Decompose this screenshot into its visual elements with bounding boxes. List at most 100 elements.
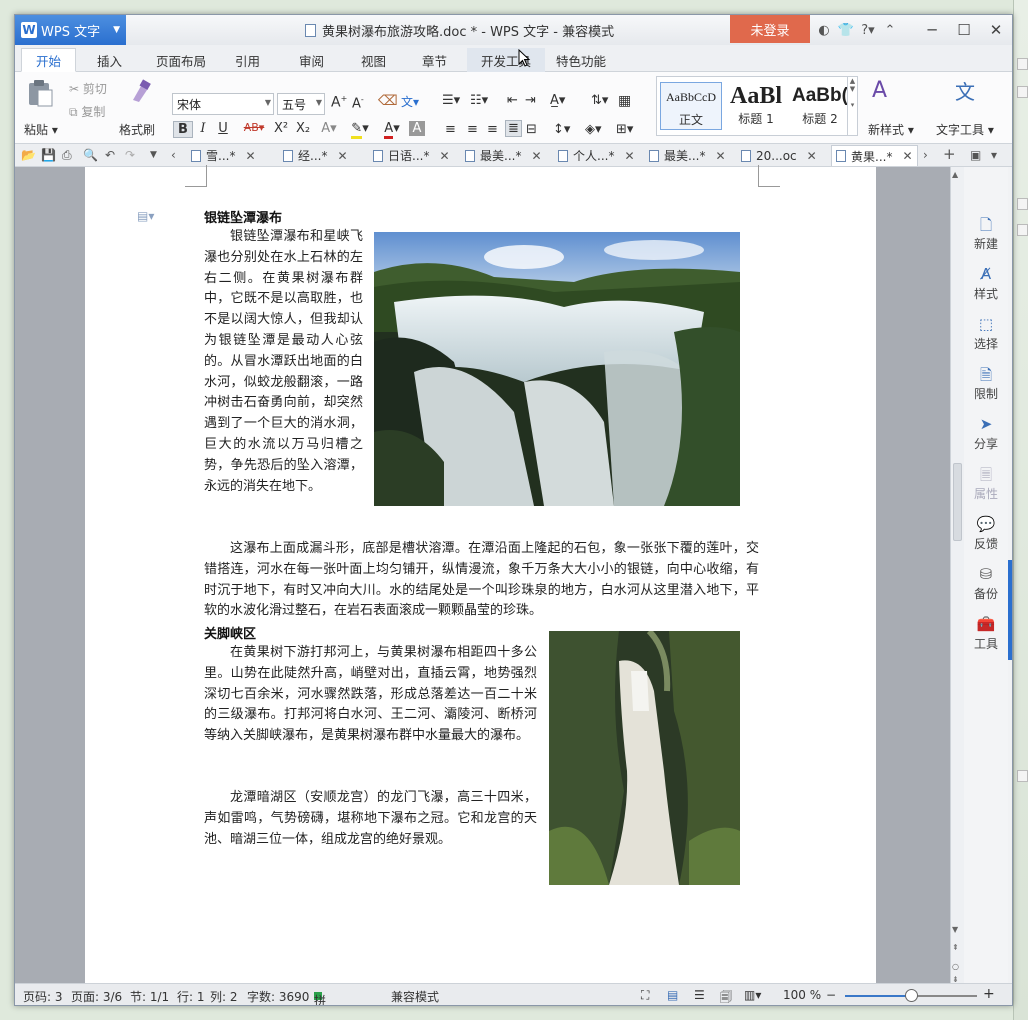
skin-icon[interactable]: ◐ [813, 23, 835, 38]
new-style-icon[interactable]: A [872, 78, 887, 103]
font-color-button[interactable]: A▾ [379, 121, 405, 139]
paste-button[interactable] [25, 78, 55, 111]
scroll-up-icon[interactable]: ▲ [952, 170, 958, 179]
document-canvas[interactable]: ▤▾ 银链坠潭瀑布 银链坠潭瀑布和星峡飞瀑也分别处在水上石林的左右二侧。在黄果树… [15, 165, 950, 983]
browse-object-icon[interactable]: ○ [952, 962, 959, 971]
side-feedback-button[interactable]: 💬 反馈 [964, 515, 1008, 552]
close-tab-icon[interactable]: ✕ [531, 149, 541, 163]
side-share-button[interactable]: ➤ 分享 [964, 415, 1008, 452]
superscript-button[interactable]: X² [271, 121, 291, 136]
decrease-indent-icon[interactable]: ⇤ [507, 93, 518, 108]
font-name-select[interactable]: 宋体 ▼ [172, 93, 274, 115]
side-tools-button[interactable]: 🧰 工具 [964, 615, 1008, 652]
font-size-select[interactable]: 五号 ▼ [277, 93, 325, 115]
print-preview-icon[interactable]: 🔍 [83, 148, 98, 162]
border-icon[interactable]: ⊞▾ [616, 122, 633, 137]
align-right-icon[interactable]: ≡ [487, 122, 498, 137]
side-backup-button[interactable]: ⛁ 备份 [964, 565, 1008, 602]
doc-tab[interactable]: 雪...* ✕ [191, 145, 256, 166]
style-heading-2[interactable]: AaBb( 标题 2 [789, 82, 851, 130]
outline-view-icon[interactable]: ☰ [694, 988, 705, 1002]
paste-label[interactable]: 粘贴 ▾ [24, 121, 58, 138]
close-icon[interactable]: ✕ [980, 15, 1012, 45]
zoom-in-icon[interactable]: + [983, 986, 995, 1002]
bold-button[interactable]: B [173, 121, 193, 138]
format-painter-icon[interactable] [127, 78, 153, 107]
collapse-ribbon-icon[interactable]: ⌃ [879, 23, 901, 38]
style-normal[interactable]: AaBbCcD 正文 [660, 82, 722, 130]
maximize-icon[interactable]: ☐ [948, 15, 980, 45]
align-left-icon[interactable]: ≡ [445, 122, 456, 137]
doc-tab[interactable]: 最美...* ✕ [649, 145, 726, 166]
align-center-icon[interactable]: ≡ [467, 122, 478, 137]
reading-view-icon[interactable]: ▥▾ [744, 988, 761, 1002]
close-tab-icon[interactable]: ✕ [807, 149, 817, 163]
zoom-slider-handle[interactable] [905, 989, 918, 1002]
close-tab-icon[interactable]: ✕ [624, 149, 634, 163]
customize-toolbar-icon[interactable]: ▼ [150, 150, 157, 160]
prev-page-icon[interactable]: ⇞ [952, 943, 959, 952]
doc-tab[interactable]: 20...oc ✕ [741, 145, 817, 166]
save-icon[interactable]: 💾 [41, 148, 56, 162]
undo-icon[interactable]: ↶ [105, 148, 115, 162]
vertical-scrollbar[interactable]: ▲ ▼ ⇞ ○ ⇟ [950, 167, 964, 984]
tab-page-layout[interactable]: 页面布局 [142, 48, 220, 72]
doc-tab[interactable]: 个人...* ✕ [558, 145, 635, 166]
open-folder-icon[interactable]: 📂 [21, 148, 36, 162]
waterfall-photo[interactable] [374, 232, 740, 506]
help-icon[interactable]: ?▾ [857, 23, 879, 38]
doc-tab-active[interactable]: 黄果...* ✕ [831, 145, 918, 166]
tabs-right-icon[interactable]: › [923, 148, 928, 162]
bullet-list-icon[interactable]: ☰▾ [442, 93, 460, 108]
phonetic-guide-icon[interactable]: 文▾ [401, 93, 419, 110]
login-button[interactable]: 未登录 [730, 15, 810, 43]
underline-button[interactable]: U [213, 121, 233, 136]
side-restrict-button[interactable]: 🗎 限制 [964, 365, 1008, 402]
side-style-button[interactable]: A̸ 样式 [964, 265, 1008, 302]
shrink-font-icon[interactable]: A- [352, 95, 364, 111]
status-pages[interactable]: 页面: 3/6 [71, 988, 122, 1005]
clear-format-icon[interactable]: ⌫ [378, 93, 398, 109]
tabs-left-icon[interactable]: ‹ [171, 148, 176, 162]
redo-icon[interactable]: ↷ [125, 148, 135, 162]
italic-button[interactable]: I [193, 121, 213, 136]
style-gallery-scroll[interactable]: ▲ ▼ ▾ [847, 77, 857, 135]
numbered-list-icon[interactable]: ☷▾ [470, 93, 488, 108]
text-tools-button[interactable]: 文字工具 ▾ [936, 121, 994, 138]
doc-tab[interactable]: 经...* ✕ [283, 145, 348, 166]
text-direction-icon[interactable]: A̲▾ [550, 93, 565, 108]
increase-indent-icon[interactable]: ⇥ [525, 93, 536, 108]
fill-color-icon[interactable]: ◈▾ [585, 122, 602, 137]
text-tools-icon[interactable]: 文 [955, 76, 975, 105]
copy-button[interactable]: ⧉ 复制 [69, 103, 105, 120]
char-shading-button[interactable]: A [409, 121, 425, 136]
tab-insert[interactable]: 插入 [83, 48, 136, 72]
scroll-thumb[interactable] [953, 463, 962, 541]
document-page[interactable]: ▤▾ 银链坠潭瀑布 银链坠潭瀑布和星峡飞瀑也分别处在水上石林的左右二侧。在黄果树… [85, 165, 876, 983]
close-tab-icon[interactable]: ✕ [902, 149, 912, 163]
status-word-count[interactable]: 字数: 3690 [247, 988, 309, 1005]
tab-developer[interactable]: 开发工具 [467, 48, 546, 72]
format-painter-button[interactable]: 格式刷 [119, 121, 155, 138]
minimize-icon[interactable]: ─ [916, 15, 948, 45]
new-tab-icon[interactable]: + [943, 145, 956, 163]
web-view-icon[interactable]: 🗐 [720, 988, 732, 1005]
sort-icon[interactable]: ⇅▾ [591, 93, 608, 108]
shirt-icon[interactable]: 👕 [835, 23, 857, 38]
line-spacing-icon[interactable]: ↕▾ [553, 122, 570, 137]
cut-button[interactable]: ✂ 剪切 [69, 80, 107, 97]
distributed-align-icon[interactable]: ⊟ [526, 122, 537, 137]
table-grid-icon[interactable]: ▦ [618, 93, 631, 109]
highlight-button[interactable]: ✎▾ [347, 121, 373, 139]
close-tab-icon[interactable]: ✕ [715, 149, 725, 163]
tab-menu-icon[interactable]: ▾ [991, 148, 997, 162]
text-effect-button[interactable]: A▾ [319, 121, 339, 136]
tab-review[interactable]: 审阅 [285, 48, 338, 72]
fullscreen-icon[interactable]: ⛶ [641, 988, 649, 1003]
panel-collapse-tab[interactable] [1008, 560, 1012, 660]
tab-special[interactable]: 特色功能 [542, 48, 620, 72]
grow-font-icon[interactable]: A+ [331, 94, 347, 111]
side-properties-button[interactable]: 🗏 属性 [964, 465, 1008, 502]
close-tab-icon[interactable]: ✕ [337, 149, 347, 163]
doc-tab[interactable]: 日语...* ✕ [373, 145, 450, 166]
